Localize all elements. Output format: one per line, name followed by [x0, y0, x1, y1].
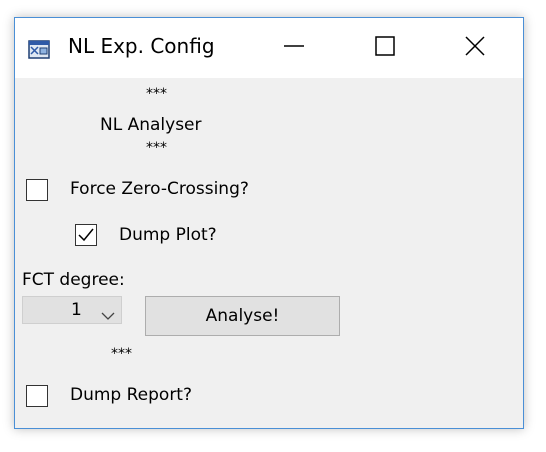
fct-degree-select[interactable]: 1: [22, 296, 122, 324]
window-title: NL Exp. Config: [68, 34, 215, 58]
dump-plot-label[interactable]: Dump Plot?: [119, 225, 217, 245]
fct-degree-label: FCT degree:: [22, 270, 125, 290]
minimize-icon: [284, 36, 304, 60]
analyse-button[interactable]: Analyse!: [145, 296, 340, 336]
dump-report-label[interactable]: Dump Report?: [70, 385, 192, 405]
title-bar[interactable]: NL Exp. Config: [15, 18, 523, 78]
maximize-icon: [375, 36, 395, 60]
chevron-down-icon: [101, 306, 115, 325]
maximize-button[interactable]: [361, 18, 409, 78]
separator-stars-bottom: ***: [111, 346, 132, 362]
app-window-icon: [28, 38, 50, 60]
dump-report-checkbox[interactable]: [26, 385, 48, 407]
separator-stars-top: ***: [146, 86, 167, 102]
separator-stars-heading: ***: [146, 140, 167, 156]
fct-degree-value: 1: [71, 300, 82, 320]
heading-label: NL Analyser: [100, 115, 202, 135]
close-button[interactable]: [451, 18, 499, 78]
force-zero-crossing-checkbox[interactable]: [26, 179, 48, 201]
dump-plot-checkbox[interactable]: [75, 224, 97, 246]
minimize-button[interactable]: [270, 18, 318, 78]
app-window: NL Exp. Config *** NL Analyser *** Force…: [14, 17, 524, 429]
close-icon: [465, 36, 485, 60]
force-zero-crossing-label[interactable]: Force Zero-Crossing?: [70, 179, 249, 199]
